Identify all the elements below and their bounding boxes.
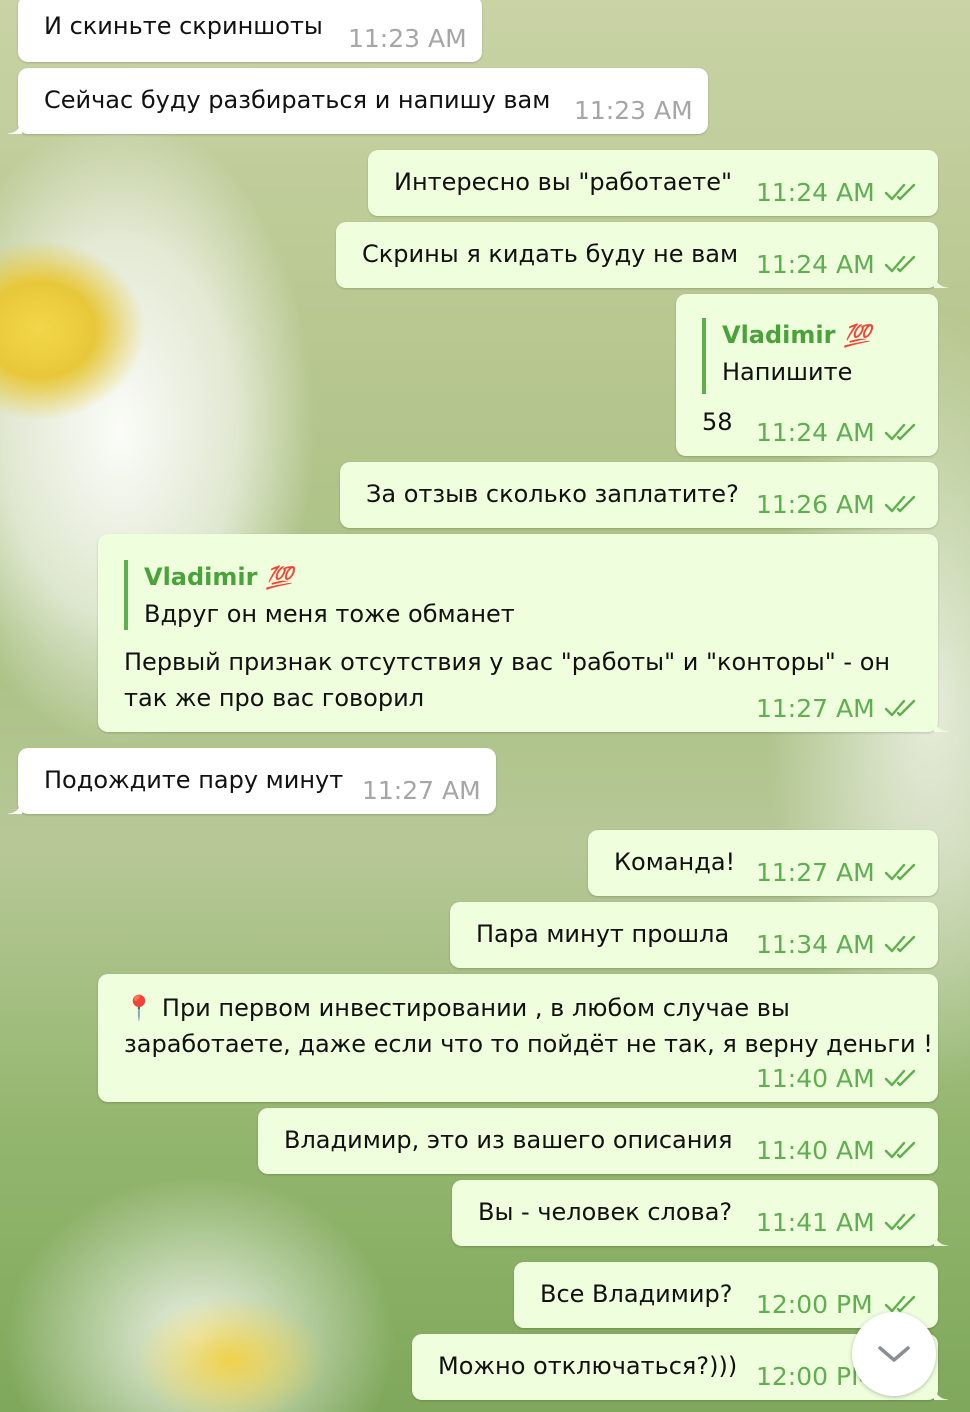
message-time: 11:40 AM (756, 1064, 875, 1093)
message-time: 11:24 AM (756, 418, 875, 447)
message-text: Владимир, это из вашего описания (284, 1126, 733, 1154)
message-outgoing-reply[interactable]: Vladimir 💯 Вдруг он меня тоже обманет Пе… (98, 534, 948, 732)
message-outgoing[interactable]: 📍 При первом инвестировании , в любом слу… (98, 974, 938, 1102)
message-text: Пара минут прошла (476, 920, 730, 948)
message-outgoing[interactable]: Команда! 11:27 AM (588, 830, 938, 896)
double-check-icon (884, 1069, 916, 1087)
message-text-line: так же про вас говорил (124, 684, 425, 712)
message-text: 58 (702, 408, 733, 436)
message-text: Можно отключаться?))) (438, 1352, 738, 1380)
message-outgoing[interactable]: Скрины я кидать буду не вам 11:24 AM (336, 222, 948, 288)
reply-text: Напишите (722, 358, 853, 386)
message-text: Скрины я кидать буду не вам (362, 240, 739, 268)
double-check-icon (884, 495, 916, 513)
message-time: 12:00 PM (756, 1290, 873, 1319)
message-outgoing-reply[interactable]: Vladimir 💯 Напишите 58 11:24 AM (676, 294, 938, 456)
message-text: Вы - человек слова? (478, 1198, 733, 1226)
double-check-icon (884, 183, 916, 201)
scroll-to-bottom-button[interactable] (852, 1312, 936, 1396)
double-check-icon (884, 699, 916, 717)
message-text: Подождите пару минут (44, 766, 344, 794)
message-text: Команда! (614, 848, 736, 876)
double-check-icon (884, 1141, 916, 1159)
double-check-icon (884, 1295, 916, 1313)
message-time: 11:23 AM (348, 24, 467, 53)
chevron-down-icon (878, 1346, 910, 1362)
hundred-points-icon: 💯 (843, 324, 872, 349)
message-outgoing[interactable]: Вы - человек слова? 11:41 AM (452, 1180, 948, 1246)
chat-history[interactable]: И скиньте скриншоты 11:23 AM Сейчас буду… (0, 0, 970, 1412)
reply-author: Vladimir 💯 (722, 321, 872, 349)
message-incoming[interactable]: Подождите пару минут 11:27 AM (8, 748, 496, 814)
double-check-icon (884, 255, 916, 273)
reply-author: Vladimir 💯 (144, 563, 294, 591)
message-outgoing[interactable]: Владимир, это из вашего описания 11:40 A… (258, 1108, 938, 1174)
message-time: 11:27 AM (756, 694, 875, 723)
message-time: 11:24 AM (756, 178, 875, 207)
message-text: Интересно вы "работаете" (394, 168, 733, 196)
message-time: 11:26 AM (756, 490, 875, 519)
message-text-line: 📍 При первом инвестировании , в любом слу… (124, 994, 790, 1022)
reply-quote[interactable]: Vladimir 💯 Вдруг он меня тоже обманет (124, 560, 515, 630)
message-time: 11:27 AM (362, 776, 481, 805)
double-check-icon (884, 423, 916, 441)
message-outgoing[interactable]: За отзыв сколько заплатите? 11:26 AM (340, 462, 938, 528)
message-time: 11:40 AM (756, 1136, 875, 1165)
message-text: За отзыв сколько заплатите? (366, 480, 739, 508)
message-text-line: заработаете, даже если что то пойдёт не … (124, 1030, 933, 1058)
message-text: И скиньте скриншоты (44, 12, 323, 40)
message-time: 11:24 AM (756, 250, 875, 279)
reply-quote[interactable]: Vladimir 💯 Напишите (702, 318, 871, 394)
double-check-icon (884, 1213, 916, 1231)
double-check-icon (884, 935, 916, 953)
pin-icon: 📍 (124, 994, 154, 1022)
message-time: 11:27 AM (756, 858, 875, 887)
message-time: 11:41 AM (756, 1208, 875, 1237)
message-incoming[interactable]: И скиньте скриншоты 11:23 AM (18, 0, 482, 62)
message-time: 11:23 AM (574, 96, 693, 125)
double-check-icon (884, 863, 916, 881)
message-outgoing[interactable]: Пара минут прошла 11:34 AM (450, 902, 938, 968)
message-text: Сейчас буду разбираться и напишу вам (44, 86, 551, 114)
message-incoming[interactable]: Сейчас буду разбираться и напишу вам 11:… (8, 68, 708, 134)
message-text-line: Первый признак отсутствия у вас "работы"… (124, 648, 891, 676)
message-time: 11:34 AM (756, 930, 875, 959)
hundred-points-icon: 💯 (265, 566, 294, 591)
message-text: Все Владимир? (540, 1280, 733, 1308)
message-outgoing[interactable]: Интересно вы "работаете" 11:24 AM (368, 150, 938, 216)
reply-text: Вдруг он меня тоже обманет (144, 600, 515, 628)
